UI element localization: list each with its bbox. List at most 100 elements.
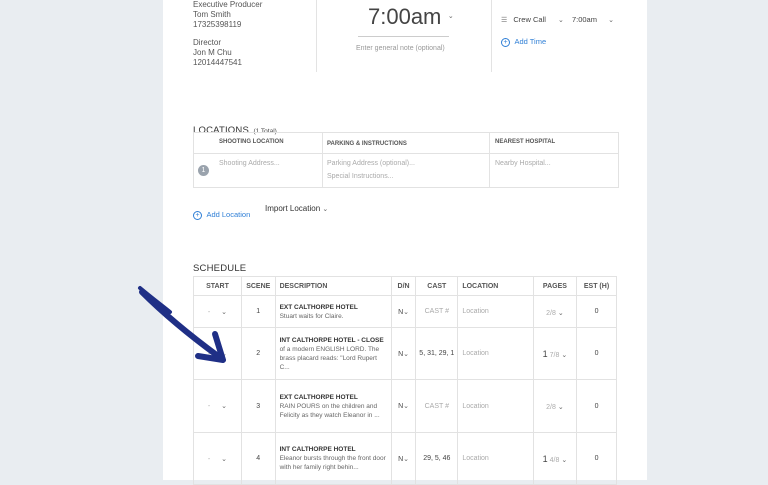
day-night-select[interactable]: N⌄ bbox=[390, 295, 417, 328]
scene-heading: INT CALTHORPE HOTEL - CLOSE bbox=[279, 336, 384, 344]
arrow-annotation-icon bbox=[138, 286, 226, 363]
special-instructions-input[interactable]: Special Instructions... bbox=[327, 173, 394, 180]
chevron-down-icon: ⌄ bbox=[219, 455, 228, 463]
contact-name: Jon M Chu bbox=[193, 48, 232, 57]
add-time-button[interactable]: + Add Time bbox=[501, 31, 546, 49]
location-input[interactable]: Location bbox=[457, 327, 534, 380]
description-cell[interactable]: EXT CALTHORPE HOTEL RAIN POURS on the chi… bbox=[274, 379, 392, 433]
pages-select[interactable]: 1 4/8 ⌄ bbox=[532, 432, 578, 485]
pages-select[interactable]: 2/8 ⌄ bbox=[532, 295, 578, 328]
cast-input[interactable]: CAST # bbox=[415, 379, 459, 433]
contact-executive-producer: Executive Producer Tom Smith 17325398119 bbox=[193, 0, 262, 30]
table-row[interactable]: - ⌄ 1 EXT CALTHORPE HOTEL Stuart waits fo… bbox=[193, 295, 617, 328]
chevron-down-icon: ⌄ bbox=[403, 308, 410, 316]
pages-select[interactable]: 2/8 ⌄ bbox=[532, 379, 578, 433]
shooting-address-input[interactable]: Shooting Address... bbox=[219, 160, 280, 167]
column-header: EST (H) bbox=[576, 276, 617, 296]
day-night-select[interactable]: N⌄ bbox=[390, 327, 417, 380]
divider bbox=[491, 0, 492, 72]
table-row[interactable]: - ⌄ 4 INT CALTHORPE HOTEL Eleanor bursts … bbox=[193, 432, 617, 485]
schedule-table: START SCENE DESCRIPTION D/N CAST LOCATIO… bbox=[193, 276, 617, 485]
chevron-down-icon: ⌄ bbox=[559, 456, 568, 464]
pages-select[interactable]: 1 7/8 ⌄ bbox=[532, 327, 578, 380]
contact-role: Director bbox=[193, 38, 222, 47]
column-header: SCENE bbox=[240, 276, 276, 296]
scene-heading: EXT CALTHORPE HOTEL bbox=[279, 393, 358, 401]
cast-input[interactable]: 29, 5, 46 bbox=[415, 432, 459, 485]
column-header: CAST bbox=[415, 276, 459, 296]
chevron-down-icon: ⌄ bbox=[219, 403, 228, 410]
chevron-down-icon: ⌄ bbox=[555, 404, 564, 411]
note-underline bbox=[358, 36, 449, 37]
column-header: SHOOTING LOCATION bbox=[219, 139, 284, 145]
column-header: PAGES bbox=[532, 276, 578, 296]
description-cell[interactable]: INT CALTHORPE HOTEL Eleanor bursts throug… bbox=[274, 432, 392, 485]
divider bbox=[489, 133, 490, 187]
chevron-down-icon: ⌄ bbox=[403, 350, 410, 358]
chevron-down-icon: ⌄ bbox=[403, 403, 410, 410]
estimate-hours[interactable]: 0 bbox=[576, 432, 617, 485]
column-header: LOCATION bbox=[457, 276, 534, 296]
location-input[interactable]: Location bbox=[457, 432, 534, 485]
general-call-time-value: 7:00am bbox=[368, 4, 442, 29]
day-night-select[interactable]: N⌄ bbox=[390, 432, 417, 485]
scene-number: 3 bbox=[240, 379, 276, 433]
add-time-label: Add Time bbox=[514, 37, 547, 46]
contact-director: Director Jon M Chu 12014447541 bbox=[193, 38, 242, 68]
crew-call-time: 7:00am bbox=[571, 15, 597, 24]
chevron-down-icon: ⌄ bbox=[557, 17, 564, 24]
call-sheet-page: Executive Producer Tom Smith 17325398119… bbox=[163, 0, 647, 485]
people-icon: ☰ bbox=[501, 17, 508, 24]
chevron-down-icon: ⌄ bbox=[403, 455, 410, 463]
scene-description: RAIN POURS on the children and Felicity … bbox=[279, 402, 380, 419]
chevron-down-icon: ⌄ bbox=[559, 351, 568, 359]
estimate-hours[interactable]: 0 bbox=[576, 327, 617, 380]
scene-description: of a modern ENGLISH LORD. The brass plac… bbox=[279, 345, 380, 371]
table-row[interactable]: - ⌄ 2 INT CALTHORPE HOTEL - CLOSE of a mo… bbox=[193, 327, 617, 380]
cast-input[interactable]: CAST # bbox=[415, 295, 459, 328]
description-cell[interactable]: INT CALTHORPE HOTEL - CLOSE of a modern E… bbox=[274, 327, 392, 380]
general-call-time[interactable]: 7:00am ⌄ bbox=[368, 4, 454, 30]
chevron-down-icon: ⌄ bbox=[555, 309, 564, 317]
scene-heading: INT CALTHORPE HOTEL bbox=[279, 446, 356, 453]
column-header: DESCRIPTION bbox=[274, 276, 392, 296]
contact-name: Tom Smith bbox=[193, 10, 231, 19]
description-cell[interactable]: EXT CALTHORPE HOTEL Stuart waits for Clai… bbox=[274, 295, 392, 328]
column-header: D/N bbox=[390, 276, 417, 296]
start-select[interactable]: - ⌄ bbox=[193, 432, 242, 485]
table-row[interactable]: - ⌄ 3 EXT CALTHORPE HOTEL RAIN POURS on t… bbox=[193, 379, 617, 433]
chevron-down-icon: ⌄ bbox=[322, 206, 329, 213]
column-header: PARKING & INSTRUCTIONS bbox=[327, 141, 407, 147]
location-input[interactable]: Location bbox=[457, 379, 534, 433]
day-night-select[interactable]: N⌄ bbox=[390, 379, 417, 433]
estimate-hours[interactable]: 0 bbox=[576, 379, 617, 433]
start-select[interactable]: - ⌄ bbox=[193, 379, 242, 433]
import-location-dropdown[interactable]: Import Location ⌄ bbox=[265, 204, 328, 213]
scene-number: 4 bbox=[240, 432, 276, 485]
scene-description: Stuart waits for Claire. bbox=[279, 312, 344, 320]
parking-address-input[interactable]: Parking Address (optional)... bbox=[327, 160, 415, 167]
contact-phone: 12014447541 bbox=[193, 58, 242, 67]
contact-phone: 17325398119 bbox=[193, 20, 242, 29]
scene-heading: EXT CALTHORPE HOTEL bbox=[279, 303, 358, 311]
nearest-hospital-input[interactable]: Nearby Hospital... bbox=[495, 160, 551, 167]
plus-circle-icon: + bbox=[193, 211, 202, 220]
schedule-title: SCHEDULE bbox=[193, 263, 247, 274]
scene-description: Eleanor bursts through the front door wi… bbox=[279, 455, 386, 471]
crew-call-row[interactable]: ☰ Crew Call ⌄ 7:00am ⌄ bbox=[501, 15, 614, 24]
add-location-button[interactable]: + Add Location bbox=[193, 204, 250, 222]
crew-call-label: Crew Call bbox=[513, 15, 546, 24]
import-location-label: Import Location bbox=[265, 204, 321, 213]
add-location-label: Add Location bbox=[206, 210, 251, 219]
location-input[interactable]: Location bbox=[457, 295, 534, 328]
chevron-down-icon: ⌄ bbox=[447, 13, 454, 20]
contact-role: Executive Producer bbox=[193, 0, 263, 9]
cast-input[interactable]: 5, 31, 29, 1 bbox=[415, 327, 459, 380]
table-header-row: START SCENE DESCRIPTION D/N CAST LOCATIO… bbox=[193, 276, 617, 296]
estimate-hours[interactable]: 0 bbox=[576, 295, 617, 328]
general-note-input[interactable]: Enter general note (optional) bbox=[356, 45, 445, 52]
divider bbox=[316, 0, 317, 72]
scene-number: 1 bbox=[240, 295, 276, 328]
divider bbox=[322, 133, 323, 187]
scene-number: 2 bbox=[240, 327, 276, 380]
